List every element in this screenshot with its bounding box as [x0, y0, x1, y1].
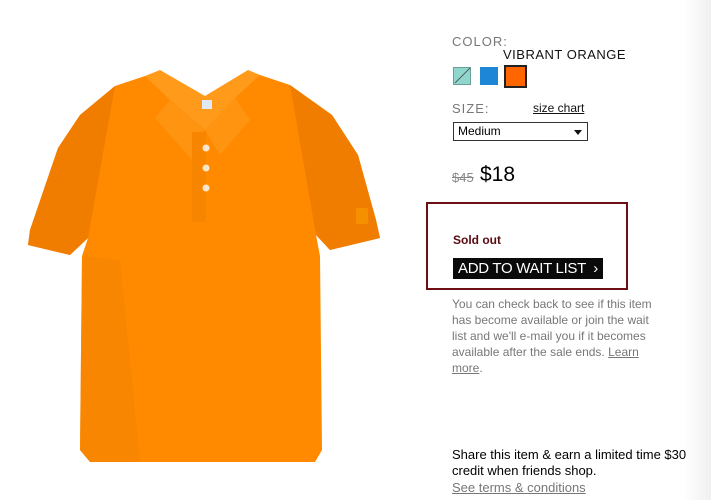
original-price: $45 [452, 170, 474, 185]
color-value: VIBRANT ORANGE [503, 47, 627, 62]
swatch-mint-unavailable[interactable] [453, 67, 471, 85]
color-label: COLOR: [452, 34, 508, 49]
size-label: SIZE: [452, 101, 490, 116]
terms-link[interactable]: See terms & conditions [452, 480, 586, 495]
wait-list-button-label: ADD TO WAIT LIST [458, 260, 587, 277]
swatch-orange-selected[interactable] [504, 65, 527, 88]
chevron-right-icon: › [593, 260, 598, 277]
scrollbar-area [683, 0, 711, 500]
swatch-blue[interactable] [480, 67, 498, 85]
period: . [479, 361, 483, 375]
sale-price: $18 [480, 163, 516, 186]
add-to-wait-list-button[interactable]: ADD TO WAIT LIST › [453, 258, 603, 279]
polo-shirt-image [28, 70, 380, 462]
size-dropdown-value: Medium [458, 124, 501, 138]
wait-list-info: You can check back to see if this item h… [452, 296, 662, 376]
chevron-down-icon [574, 130, 582, 135]
share-promo-text: Share this item & earn a limited time $3… [452, 447, 687, 478]
size-chart-link[interactable]: size chart [533, 101, 584, 115]
sold-out-status: Sold out [453, 233, 501, 247]
product-image [20, 60, 390, 470]
size-dropdown[interactable]: Medium [453, 122, 588, 141]
